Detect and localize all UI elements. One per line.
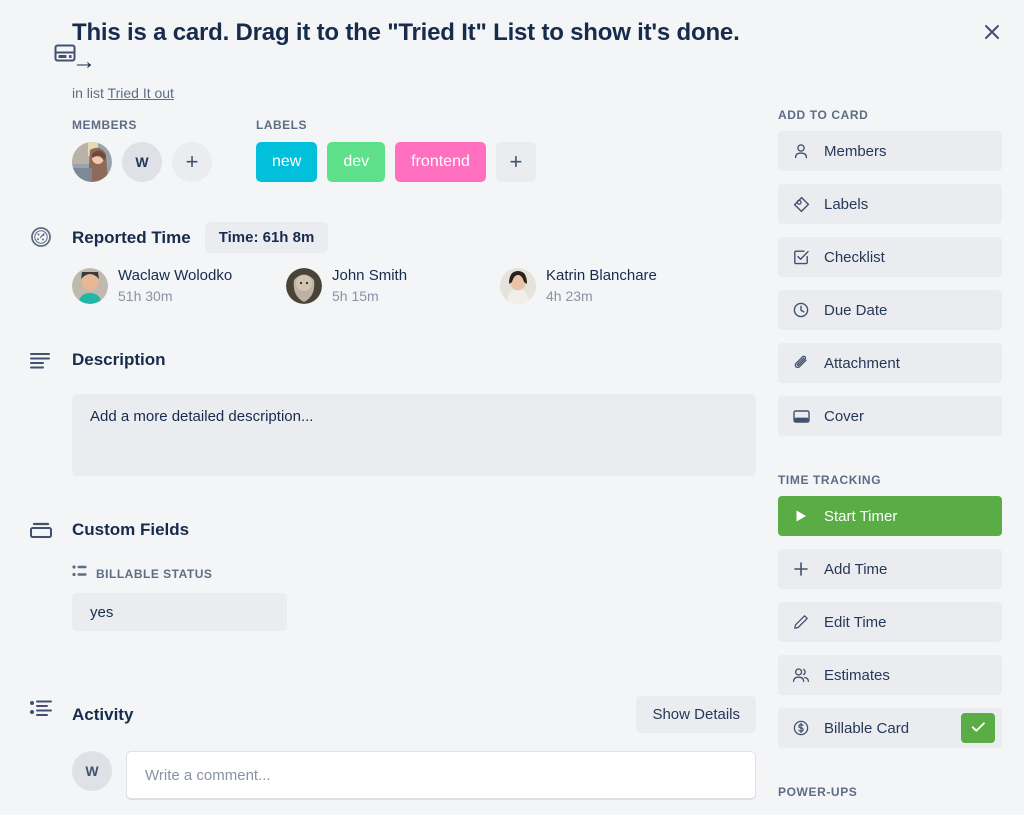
page-title: This is a card. Drag it to the "Tried It… [72, 19, 740, 76]
avatar [286, 268, 322, 304]
custom-field-label-row: BILLABLE STATUS [72, 564, 572, 583]
tag-icon [792, 196, 810, 213]
avatar [500, 268, 536, 304]
labels-list: new dev frontend + [256, 142, 536, 182]
power-ups-heading: POWER-UPS [778, 785, 858, 799]
people-icon [792, 667, 810, 683]
custom-field-label: BILLABLE STATUS [96, 566, 213, 581]
sidebar-item-label: Labels [824, 195, 869, 213]
in-list-label: in list [72, 84, 104, 101]
members-labels-row: MEMBERS W + LABELS new dev frontend + [72, 118, 580, 182]
sidebar-item-labels[interactable]: Labels [778, 184, 1002, 224]
activity-list-icon [26, 700, 56, 718]
stopwatch-icon [26, 226, 56, 248]
sidebar-item-label: Add Time [824, 560, 888, 578]
time-tracking-heading: TIME TRACKING [778, 473, 882, 487]
billable-card-button[interactable]: Billable Card [778, 708, 1002, 748]
person-icon [792, 143, 810, 159]
custom-field-value[interactable]: yes [72, 593, 287, 631]
members-section: MEMBERS W + [72, 118, 212, 182]
sidebar-item-checklist[interactable]: Checklist [778, 237, 1002, 277]
labels-heading: LABELS [256, 118, 307, 132]
sidebar-item-members[interactable]: Members [778, 131, 1002, 171]
sidebar-item-label: Members [824, 142, 887, 160]
custom-fields-icon [26, 522, 56, 540]
card-header: This is a card. Drag it to the "Tried It… [24, 18, 754, 101]
cover-icon [792, 409, 810, 424]
description-lines-icon [26, 352, 56, 370]
sidebar-divider-2 [778, 761, 1002, 785]
add-member-button[interactable]: + [172, 142, 212, 182]
paperclip-icon [792, 355, 810, 371]
card-detail-window: This is a card. Drag it to the "Tried It… [0, 0, 1024, 815]
avatar-initial[interactable]: W [122, 142, 162, 182]
avatar [72, 268, 108, 304]
checkbox-icon [792, 249, 810, 265]
list-item[interactable]: Katrin Blanchare 4h 23m [500, 267, 714, 305]
list-item[interactable]: John Smith 5h 15m [286, 267, 500, 305]
label-chip[interactable]: dev [327, 142, 386, 182]
card-sidebar: ADD TO CARD Members Labels Checklist Due… [770, 0, 1024, 815]
list-item[interactable]: Waclaw Wolodko 51h 30m [72, 267, 286, 305]
sidebar-item-label: Attachment [824, 354, 900, 372]
clock-icon [792, 302, 810, 318]
avatar-initial: W [72, 751, 112, 791]
sidebar-item-label: Due Date [824, 301, 888, 319]
custom-fields-heading: Custom Fields [72, 520, 190, 539]
sidebar-item-cover[interactable]: Cover [778, 396, 1002, 436]
card-window-icon [50, 42, 80, 64]
comment-input[interactable]: Write a comment... [126, 751, 756, 799]
reported-time-heading: Reported Time [72, 227, 191, 247]
show-details-button[interactable]: Show Details [636, 696, 756, 733]
person-time: 4h 23m [546, 288, 593, 304]
label-chip[interactable]: new [256, 142, 318, 182]
list-dropdown-icon [72, 564, 88, 583]
labels-section: LABELS new dev frontend + [256, 118, 536, 182]
sidebar-item-label: Cover [824, 407, 865, 425]
person-time: 51h 30m [118, 288, 173, 304]
description-heading: Description [72, 350, 166, 369]
estimates-button[interactable]: Estimates [778, 655, 1002, 695]
edit-time-button[interactable]: Edit Time [778, 602, 1002, 642]
sidebar-item-label: Billable Card [824, 719, 910, 737]
reported-time-section: Reported Time Time: 61h 8m Waclaw Wolodk… [72, 222, 752, 305]
play-icon [792, 509, 810, 523]
add-time-button[interactable]: Add Time [778, 549, 1002, 589]
sidebar-item-label: Estimates [824, 666, 890, 684]
list-name-link[interactable]: Tried It out [108, 85, 174, 101]
sidebar-item-label: Checklist [824, 248, 885, 266]
total-time-badge[interactable]: Time: 61h 8m [204, 222, 329, 253]
plus-icon [792, 561, 810, 577]
sidebar-item-label: Start Timer [824, 507, 898, 525]
reported-time-people: Waclaw Wolodko 51h 30m John Smith 5h 15m… [72, 267, 752, 305]
pencil-icon [792, 614, 810, 630]
person-name: Waclaw Wolodko [118, 267, 233, 284]
sidebar-divider [778, 449, 1002, 473]
label-chip[interactable]: frontend [395, 142, 486, 182]
person-time: 5h 15m [332, 288, 379, 304]
description-input[interactable]: Add a more detailed description... [72, 394, 756, 476]
avatar[interactable] [72, 142, 112, 182]
members-heading: MEMBERS [72, 118, 137, 132]
billable-toggle[interactable] [961, 713, 995, 743]
add-to-card-heading: ADD TO CARD [778, 108, 869, 122]
sidebar-item-label: Edit Time [824, 613, 887, 631]
activity-heading: Activity [72, 704, 134, 724]
add-label-button[interactable]: + [495, 142, 536, 182]
start-timer-button[interactable]: Start Timer [778, 496, 1002, 536]
custom-fields-section: Custom Fields BILLABLE STATUS yes [72, 518, 572, 631]
person-name: Katrin Blanchare [546, 267, 657, 284]
dollar-icon [792, 720, 810, 736]
sidebar-item-due-date[interactable]: Due Date [778, 290, 1002, 330]
card-main-column: This is a card. Drag it to the "Tried It… [0, 0, 770, 815]
activity-section: Activity Show Details W Write a comment.… [72, 696, 756, 799]
sidebar-item-attachment[interactable]: Attachment [778, 343, 1002, 383]
check-icon [971, 720, 986, 737]
description-section: Description Add a more detailed descript… [72, 348, 756, 476]
breadcrumb: in list Tried It out [72, 85, 754, 101]
person-name: John Smith [332, 267, 408, 284]
